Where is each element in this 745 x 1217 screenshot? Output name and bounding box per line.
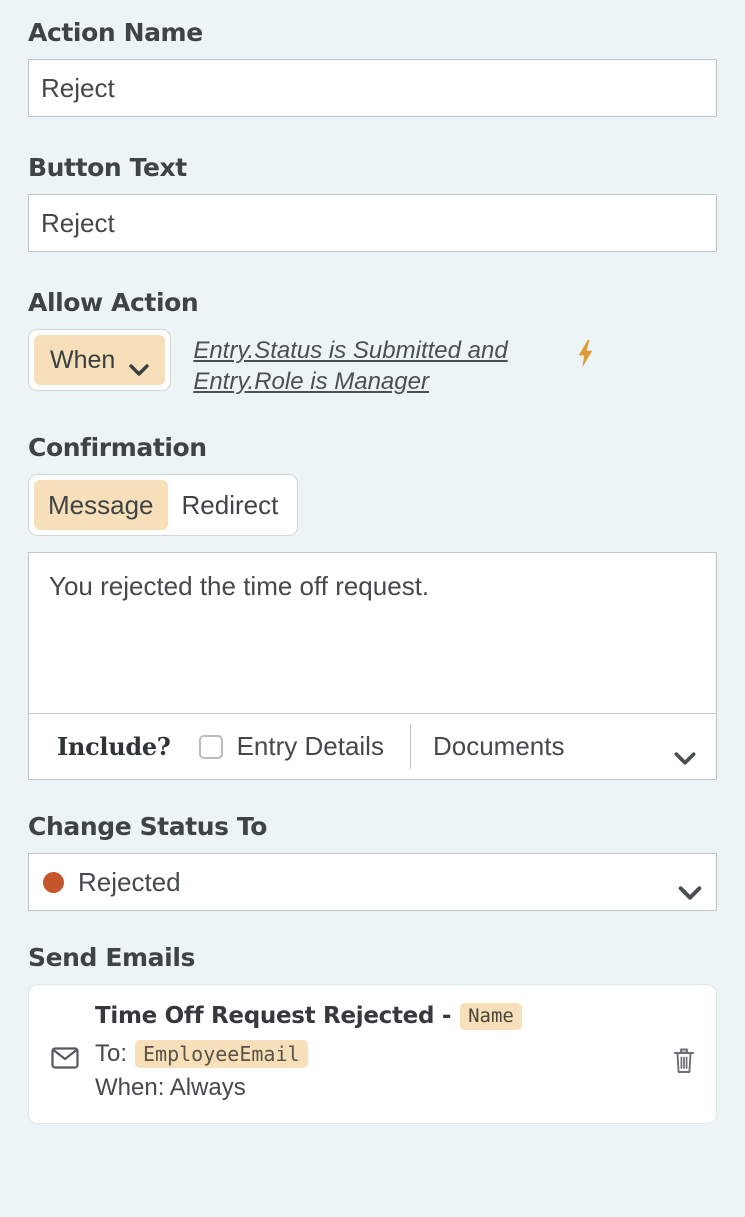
status-color-dot: [43, 871, 64, 893]
email-when-text: When: Always: [95, 1074, 246, 1102]
email-subject-token: Name: [460, 1003, 522, 1031]
email-list-item[interactable]: Time Off Request Rejected - Name To: Emp…: [28, 984, 717, 1125]
trash-icon[interactable]: [666, 1003, 696, 1080]
documents-dropdown-label: Documents: [432, 731, 565, 762]
email-subject: Time Off Request Rejected - Name: [95, 1003, 666, 1031]
button-text-input[interactable]: Reject: [28, 194, 717, 252]
change-status-label: Change Status To: [28, 812, 268, 842]
send-emails-label: Send Emails: [28, 943, 195, 973]
envelope-icon: [51, 1003, 83, 1074]
documents-dropdown[interactable]: Documents: [411, 731, 716, 765]
change-status-dropdown[interactable]: Rejected: [28, 853, 717, 912]
tab-redirect[interactable]: Redirect: [168, 480, 293, 530]
entry-details-label: Entry Details: [236, 731, 384, 762]
entry-details-checkbox[interactable]: [198, 734, 223, 759]
tab-message[interactable]: Message: [34, 480, 168, 531]
email-to-label: To:: [95, 1040, 128, 1068]
email-details: Time Off Request Rejected - Name To: Emp…: [83, 1003, 666, 1102]
button-text-label: Button Text: [28, 153, 187, 182]
confirmation-message-box: You rejected the time off request. Inclu…: [28, 552, 717, 781]
allow-action-group: Allow Action When Entry.Status is Submit…: [28, 252, 717, 397]
action-name-label: Action Name: [28, 18, 203, 47]
action-name-group: Action Name Reject: [28, 0, 717, 117]
allow-action-row: When Entry.Status is Submitted and Entry…: [28, 329, 717, 397]
when-dropdown[interactable]: When: [34, 335, 166, 385]
email-recipient-row: To: EmployeeEmail: [95, 1040, 666, 1069]
when-dropdown-wrapper: When: [28, 329, 172, 391]
confirmation-label: Confirmation: [28, 433, 207, 463]
send-emails-group: Send Emails Time Off Request Rejected - …: [28, 911, 717, 1125]
confirmation-group: Confirmation Message Redirect You reject…: [28, 397, 717, 781]
chevron-down-icon: [674, 741, 696, 765]
lightning-bolt-icon[interactable]: [571, 329, 597, 373]
allow-action-label: Allow Action: [28, 288, 199, 317]
chevron-down-icon: [129, 354, 150, 376]
chevron-down-icon: [678, 876, 702, 901]
action-editor-panel: Action Name Reject Button Text Reject Al…: [0, 0, 745, 1217]
include-label: Include?: [57, 732, 171, 762]
when-dropdown-label: When: [50, 345, 116, 374]
action-name-input[interactable]: Reject: [28, 59, 717, 117]
confirmation-message-textarea[interactable]: You rejected the time off request.: [29, 553, 716, 713]
change-status-value: Rejected: [78, 866, 181, 897]
email-subject-text: Time Off Request Rejected -: [95, 1003, 452, 1030]
include-bar: Include? Entry Details Documents: [29, 713, 716, 779]
button-text-group: Button Text Reject: [28, 117, 717, 252]
email-to-token: EmployeeEmail: [135, 1040, 308, 1069]
confirmation-type-toggle: Message Redirect: [28, 474, 299, 537]
change-status-group: Change Status To Rejected: [28, 780, 717, 912]
allow-action-condition[interactable]: Entry.Status is Submitted and Entry.Role…: [171, 329, 571, 397]
